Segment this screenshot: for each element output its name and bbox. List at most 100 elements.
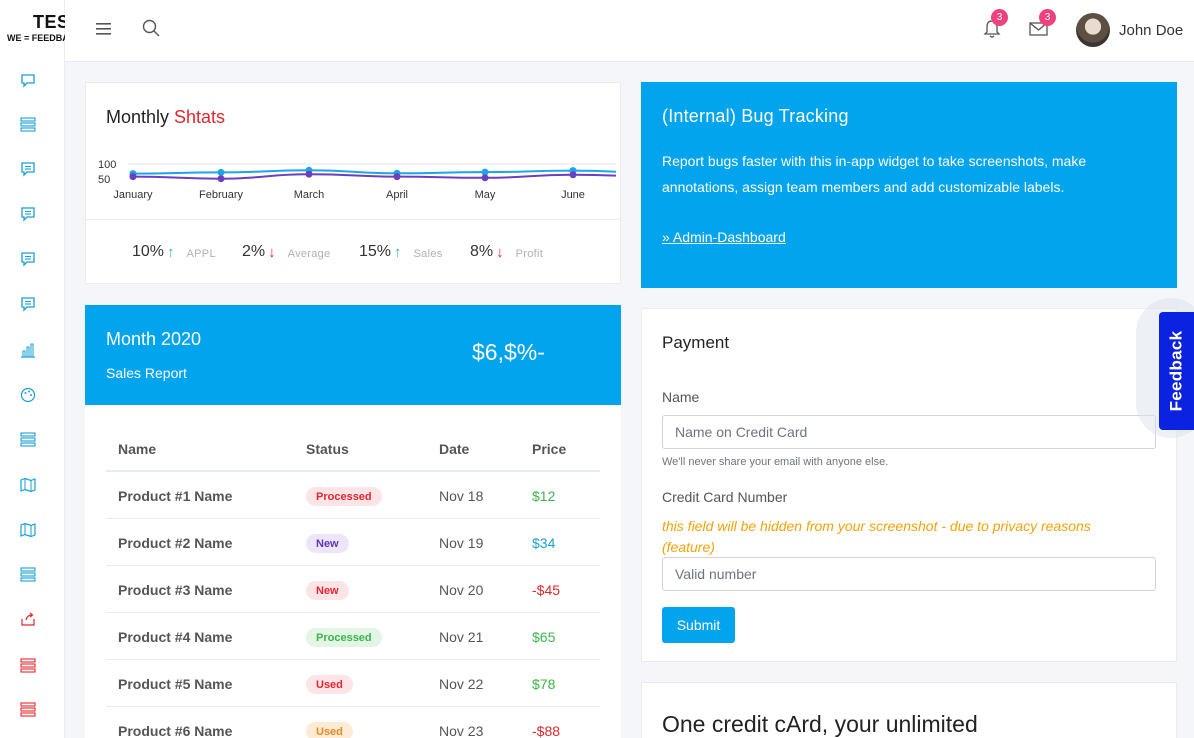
product-name: Product #6 Name	[118, 723, 233, 738]
map-icon[interactable]	[18, 520, 38, 540]
payment-title: Payment	[662, 333, 730, 352]
table-row[interactable]: Product #5 Name Used Nov 22 $78	[106, 660, 600, 707]
stat-label: Profit	[515, 247, 544, 260]
brand-logo[interactable]: TEST WE = FEEDBACK	[0, 10, 65, 46]
submit-button[interactable]: Submit	[662, 607, 735, 643]
card-number-label: Credit Card Number	[662, 489, 788, 505]
arrow-down-icon: ↓	[268, 243, 276, 261]
monthly-stats-card: Monthly Shtats 100 50 January February March…	[85, 82, 622, 284]
table-row[interactable]: Product #3 Name New Nov 20 -$45	[106, 566, 600, 613]
order-price: $65	[532, 629, 556, 645]
divider	[86, 219, 622, 220]
x-tick-label: February	[199, 189, 244, 201]
x-tick-label: May	[475, 189, 496, 201]
order-date: Nov 21	[439, 629, 484, 645]
hamburger-menu-icon[interactable]	[94, 19, 114, 39]
column-header-date: Date	[439, 441, 470, 457]
name-on-card-input[interactable]	[662, 415, 1156, 449]
stat-value: 10%	[132, 243, 165, 260]
monthly-line-chart: 10050JanuaryFebruaryMarchAprilMayJuneJul…	[98, 159, 616, 201]
order-date: Nov 18	[439, 488, 484, 504]
column-header-status: Status	[306, 441, 349, 457]
sales-header: Month 2020 Sales Report $6,$%-	[85, 305, 621, 405]
list-icon[interactable]	[18, 564, 38, 584]
data-point	[129, 173, 137, 181]
list-icon[interactable]	[18, 429, 38, 449]
sales-subtitle: Sales Report	[106, 365, 187, 381]
stat-value: 2%	[242, 243, 266, 260]
bar-chart-icon[interactable]	[18, 340, 38, 360]
data-point	[305, 170, 313, 178]
chat-icon[interactable]	[18, 70, 38, 90]
name-label: Name	[662, 389, 700, 405]
bug-title: (Internal) Bug Tracking	[662, 106, 849, 126]
status-badge: New	[306, 534, 349, 553]
table-row[interactable]: Product #1 Name Processed Nov 18 $12	[106, 472, 600, 519]
table-row[interactable]: Product #2 Name New Nov 19 $34	[106, 519, 600, 566]
message-icon[interactable]	[18, 204, 38, 224]
x-tick-label: January	[113, 189, 153, 201]
x-tick-label: June	[561, 189, 585, 201]
list-icon[interactable]	[18, 114, 38, 134]
column-header-price: Price	[532, 441, 567, 457]
feedback-tab[interactable]: Feedback	[1159, 312, 1194, 430]
product-name: Product #1 Name	[118, 488, 233, 504]
status-badge: Used	[306, 722, 353, 738]
data-point	[217, 175, 225, 183]
table-row[interactable]: Product #4 Name Processed Nov 21 $65	[106, 613, 600, 660]
data-point	[393, 173, 401, 181]
top-header: 3 3 John Doe	[65, 0, 1194, 62]
search-icon[interactable]	[141, 18, 161, 38]
series-line	[132, 173, 616, 180]
stat-label: Average	[287, 247, 331, 260]
stat-label: APPL	[186, 247, 216, 260]
status-badge: New	[306, 581, 349, 600]
message-icon[interactable]	[18, 294, 38, 314]
list-icon[interactable]	[18, 699, 38, 719]
message-icon[interactable]	[18, 249, 38, 269]
table-row[interactable]: Product #6 Name Used Nov 23 -$88	[106, 707, 600, 738]
column-header-name: Name	[118, 441, 157, 457]
sales-month: Month 2020	[106, 329, 202, 349]
sales-report-card: Month 2020 Sales Report $6,$%- Name Stat…	[85, 305, 621, 738]
order-price: -$88	[532, 723, 561, 738]
message-badge: 3	[1039, 9, 1056, 26]
promo-card: One credit cArd, your unlimited	[641, 682, 1177, 738]
card-number-input[interactable]	[662, 557, 1156, 591]
stats-title: Monthly Shtats	[106, 107, 225, 128]
product-name: Product #4 Name	[118, 629, 233, 645]
status-badge: Used	[306, 675, 353, 694]
sidebar: TEST WE = FEEDBACK	[0, 0, 65, 738]
stat-value: 8%	[470, 243, 494, 260]
data-point	[569, 171, 577, 179]
user-name[interactable]: John Doe	[1119, 22, 1183, 39]
admin-dashboard-link[interactable]: » Admin-Dashboard	[662, 229, 786, 245]
order-price: $78	[532, 676, 556, 692]
arrow-up-icon: ↑	[167, 243, 175, 261]
sales-amount: $6,$%-	[472, 339, 545, 365]
stat-item: 8% ↓ Profit	[470, 243, 543, 261]
arrow-up-icon: ↑	[394, 243, 402, 261]
stat-item: 15% ↑ Sales	[359, 243, 443, 261]
stat-item: 2% ↓ Average	[242, 243, 331, 261]
y-tick-label: 100	[98, 159, 116, 171]
feedback-label: Feedback	[1166, 330, 1186, 412]
brand-name-top: TEST	[33, 12, 65, 32]
privacy-note: this field will be hidden from your scre…	[662, 518, 1091, 555]
stat-label: Sales	[413, 247, 443, 260]
stats-title-plain: Monthly	[106, 107, 175, 127]
list-icon[interactable]	[18, 655, 38, 675]
message-icon[interactable]	[18, 159, 38, 179]
order-date: Nov 22	[439, 676, 484, 692]
order-date: Nov 20	[439, 582, 484, 598]
palette-icon[interactable]	[18, 385, 38, 405]
product-name: Product #2 Name	[118, 535, 233, 551]
name-help-text: We'll never share your email with anyone…	[662, 456, 889, 468]
share-icon[interactable]	[18, 609, 38, 629]
order-date: Nov 23	[439, 723, 484, 738]
avatar[interactable]	[1076, 13, 1110, 47]
bug-tracking-card: (Internal) Bug Tracking Report bugs fast…	[641, 82, 1177, 288]
y-tick-label: 50	[98, 174, 110, 186]
map-icon[interactable]	[18, 475, 38, 495]
brand-name-bottom: WE = FEEDBACK	[7, 33, 65, 43]
